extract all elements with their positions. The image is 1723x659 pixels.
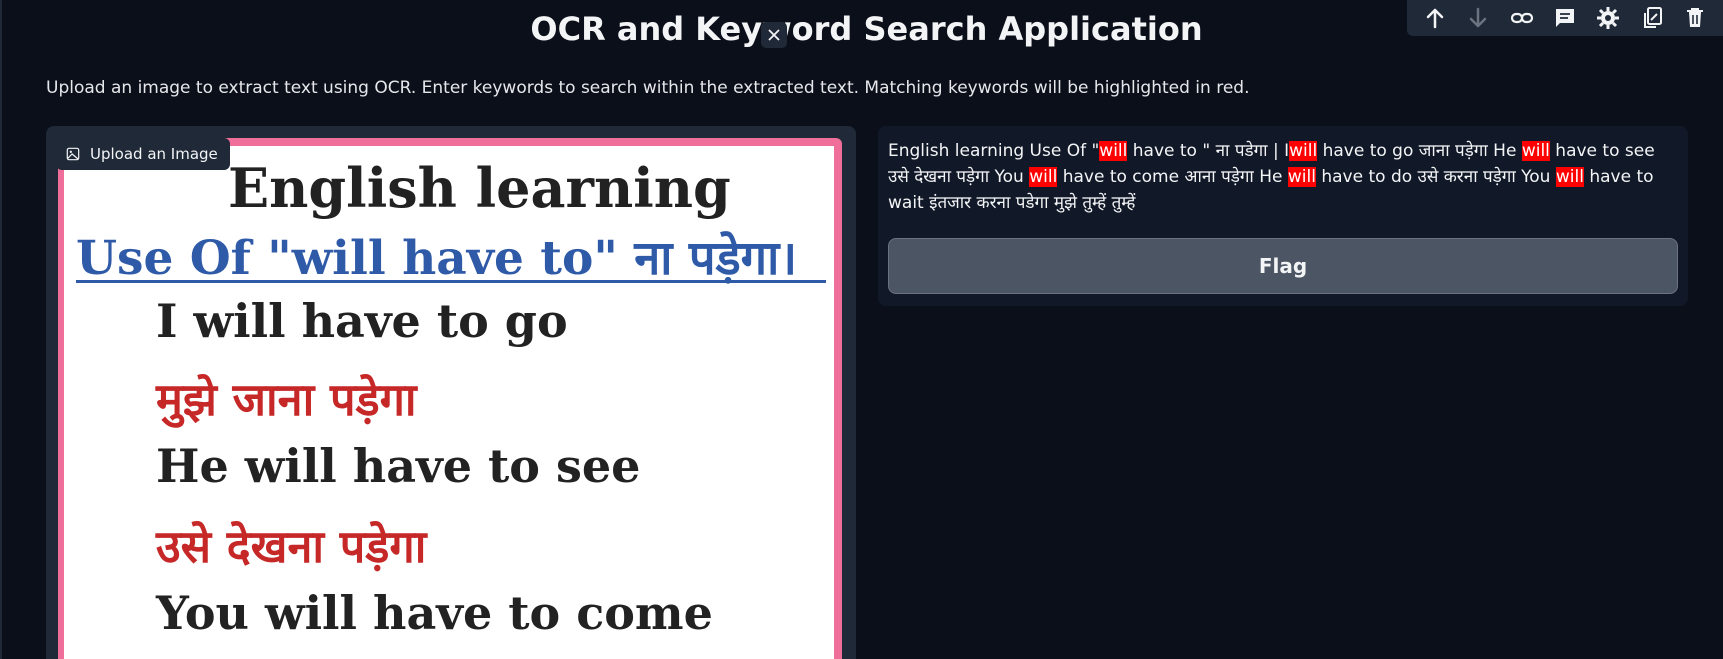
flag-button[interactable]: Flag bbox=[888, 238, 1678, 294]
result-text-segment: have to go जाना पड़ेगा He bbox=[1317, 141, 1522, 161]
upload-label-text: Upload an Image bbox=[90, 145, 218, 163]
upload-image-label: Upload an Image bbox=[56, 138, 230, 170]
page-title: OCR and Keyword Search Application bbox=[530, 10, 1203, 48]
image-icon bbox=[66, 147, 80, 161]
image-content: English learning Use Of "will have to" न… bbox=[64, 146, 834, 659]
highlighted-keyword: will bbox=[1099, 141, 1128, 161]
highlighted-keyword: will bbox=[1289, 141, 1318, 161]
image-text-line-6: उसे देखना पड़ेगा bbox=[156, 520, 427, 573]
page-description: Upload an image to extract text using OC… bbox=[46, 78, 1250, 98]
window-edge bbox=[0, 0, 2, 659]
highlighted-result-text: English learning Use Of "will have to " … bbox=[888, 138, 1678, 216]
clear-image-button[interactable] bbox=[761, 22, 787, 48]
image-text-line-7: You will have to come bbox=[156, 586, 713, 640]
highlighted-keyword: will bbox=[1521, 141, 1550, 161]
image-text-line-1: English learning bbox=[228, 156, 731, 220]
image-text-line-3: I will have to go bbox=[156, 294, 568, 348]
image-text-line-4: मुझे जाना पड़ेगा bbox=[156, 373, 417, 426]
close-icon bbox=[768, 29, 780, 41]
image-underline bbox=[76, 280, 826, 283]
image-text-line-5: He will have to see bbox=[156, 439, 641, 493]
highlighted-keyword: will bbox=[1287, 167, 1316, 187]
highlighted-keyword: will bbox=[1555, 167, 1584, 187]
result-text-segment: have to do उसे करना पड़ेगा You bbox=[1315, 167, 1556, 187]
result-text-segment: have to " ना पडेगा | I bbox=[1127, 141, 1290, 161]
uploaded-image: English learning Use Of "will have to" न… bbox=[58, 138, 842, 659]
image-upload-panel[interactable]: Upload an Image English learning Use Of … bbox=[46, 126, 856, 659]
result-text-segment: English learning Use Of " bbox=[888, 141, 1100, 161]
highlighted-keyword: will bbox=[1029, 167, 1058, 187]
result-panel: English learning Use Of "will have to " … bbox=[878, 126, 1688, 306]
result-text-segment: have to come आना पड़ेगा He bbox=[1057, 167, 1288, 187]
image-text-line-2: Use Of "will have to" ना पड़ेगा। bbox=[76, 231, 798, 286]
